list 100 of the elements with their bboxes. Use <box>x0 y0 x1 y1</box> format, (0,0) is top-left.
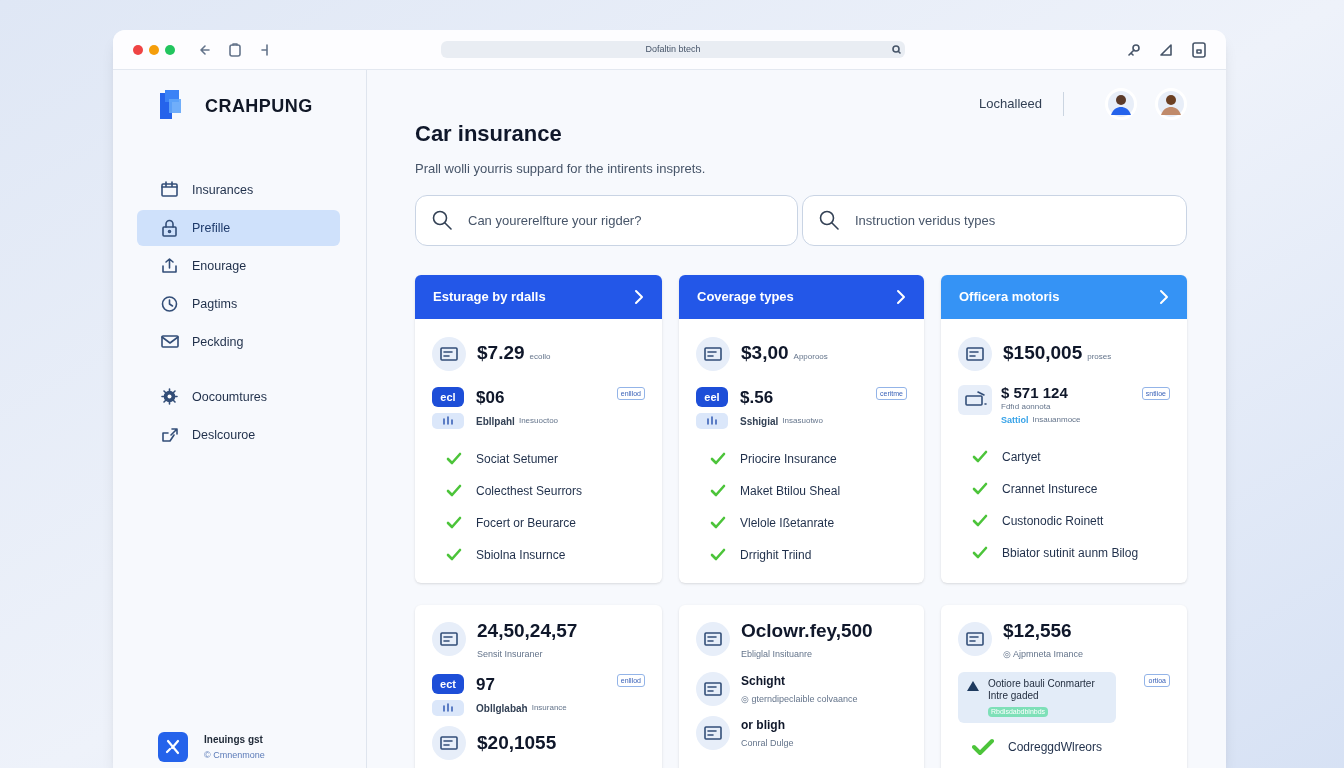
amount: or bligh <box>741 717 785 734</box>
chart-icon <box>432 700 464 716</box>
sidebar-item[interactable]: Prefille <box>137 210 340 246</box>
label: Sshigial <box>740 414 779 429</box>
document-icon <box>958 336 992 371</box>
check-icon <box>710 548 726 562</box>
amount: $150,005 <box>1003 341 1083 366</box>
avatar[interactable] <box>1155 88 1187 120</box>
label: Obllglabah <box>476 701 528 716</box>
caption: Sensit Insuraner <box>477 648 544 661</box>
feature-text: Maket Btilou Sheal <box>740 483 841 500</box>
caption: ◎ gterndipeclaible colvaance <box>741 692 858 706</box>
document-icon[interactable] <box>1192 41 1206 58</box>
address-bar[interactable]: Dofaltin btech <box>441 41 905 58</box>
document-icon <box>432 622 466 656</box>
badge: ect <box>432 674 464 695</box>
amount: Schight <box>741 672 785 690</box>
check-icon <box>972 450 988 464</box>
sidebar-item[interactable]: Deslcouroe <box>137 417 340 453</box>
feature-text: Sociat Setumer <box>476 451 559 468</box>
card-title: Coverage types <box>697 287 794 306</box>
feature-text: Priocire Insurance <box>740 451 837 468</box>
feature-text: Colecthest Seurrors <box>476 483 583 500</box>
check-icon <box>710 484 726 498</box>
settings-icon <box>161 388 179 406</box>
amount: $7.29 <box>477 341 525 366</box>
check-icon <box>710 452 726 466</box>
note: Insurance <box>531 702 567 714</box>
notice-text: Ootiore bauli Conmarter Intre gaded <box>988 677 1096 702</box>
feature-text: Focert or Beurarce <box>476 515 577 532</box>
share-icon <box>161 426 179 444</box>
page-subtitle: Prall wolli yourris suppard for the intirents insprets. <box>415 160 706 178</box>
feature-text: Cartyet <box>1002 449 1041 466</box>
document-icon <box>696 622 730 656</box>
feature-text: CodreggdWlreors <box>1008 739 1103 756</box>
document-icon <box>696 716 730 751</box>
sidebar-item[interactable]: Oocoumtures <box>137 379 340 415</box>
feature-text: Sbiolna Insurnce <box>476 547 566 564</box>
chevron-right-icon <box>634 288 644 305</box>
search-icon <box>892 45 901 54</box>
amount-note: proses <box>1087 351 1112 364</box>
card-header[interactable]: Coverage types <box>679 274 924 319</box>
caption: Fdfıd aonnota <box>1001 400 1052 413</box>
document-icon <box>958 622 992 656</box>
window-control[interactable] <box>133 44 143 55</box>
caption: ◎ Ajpmneta Imance <box>1003 648 1084 661</box>
amount: 24,50,24,57 <box>477 618 578 643</box>
chevron-right-icon <box>896 288 906 305</box>
badge: ecl <box>432 387 464 408</box>
key-icon[interactable] <box>1128 43 1140 56</box>
warning-icon <box>966 679 980 692</box>
chevron-right-icon <box>1159 288 1169 305</box>
footer-title: Ineuings gst <box>204 732 264 747</box>
sidebar-item[interactable]: Insurances <box>137 172 340 208</box>
amount: $.56 <box>740 386 774 409</box>
clock-icon <box>161 295 179 313</box>
check-icon <box>446 548 462 562</box>
feature-text: Crannet Insturece <box>1002 481 1098 498</box>
caption: Ebliglal Insituanre <box>741 648 814 661</box>
check-icon <box>972 738 994 756</box>
note: Insasuotwo <box>782 415 823 427</box>
search-icon <box>819 209 839 230</box>
check-icon <box>972 514 988 528</box>
amount: $12,556 <box>1003 618 1072 643</box>
sidebar-toggle-icon[interactable] <box>261 43 269 56</box>
sidebar-item[interactable]: Pagtims <box>137 286 340 322</box>
search-field[interactable]: Can yourerelfture your rigder? <box>415 194 798 246</box>
amount-note: ecollo <box>529 351 551 364</box>
document-icon <box>432 336 466 371</box>
document-icon <box>696 671 730 706</box>
chart-icon <box>696 413 728 429</box>
avatar[interactable] <box>1105 88 1137 120</box>
amount-note: Apporoos <box>793 351 828 364</box>
page-title: Car insurance <box>415 120 563 148</box>
amount: Oclowr.fey,500 <box>741 618 873 643</box>
back-icon[interactable] <box>199 43 211 56</box>
check-icon <box>972 546 988 560</box>
card-title: Officera motoris <box>959 287 1060 306</box>
label: Sattiol <box>1001 413 1029 427</box>
caption: Conral Dulge <box>741 737 794 750</box>
check-icon <box>972 482 988 496</box>
card-header[interactable]: Esturage by rdalls <box>415 274 662 319</box>
card-title: Esturage by rdalls <box>433 287 546 306</box>
amount: $06 <box>476 386 505 409</box>
note: Inesuoctoo <box>518 415 559 427</box>
lock-icon <box>161 219 179 237</box>
amount: $3,00 <box>741 341 789 366</box>
sidebar-item[interactable]: Enourage <box>137 248 340 284</box>
app-icon <box>158 731 188 762</box>
mail-icon <box>161 333 179 351</box>
search-icon <box>432 209 452 230</box>
clipboard-icon[interactable] <box>229 42 241 57</box>
upload-icon <box>161 257 179 275</box>
amount: $20,1055 <box>477 730 557 755</box>
sidebar-item[interactable]: Peckding <box>137 324 340 360</box>
search-field[interactable]: Instruction veridus types <box>802 194 1187 246</box>
feature-text: Drrighit Triind <box>740 547 812 564</box>
note: Insauanmoce <box>1032 414 1081 427</box>
label: Ebllpahl <box>476 414 515 429</box>
amount: $ 571 124 <box>1001 384 1069 401</box>
